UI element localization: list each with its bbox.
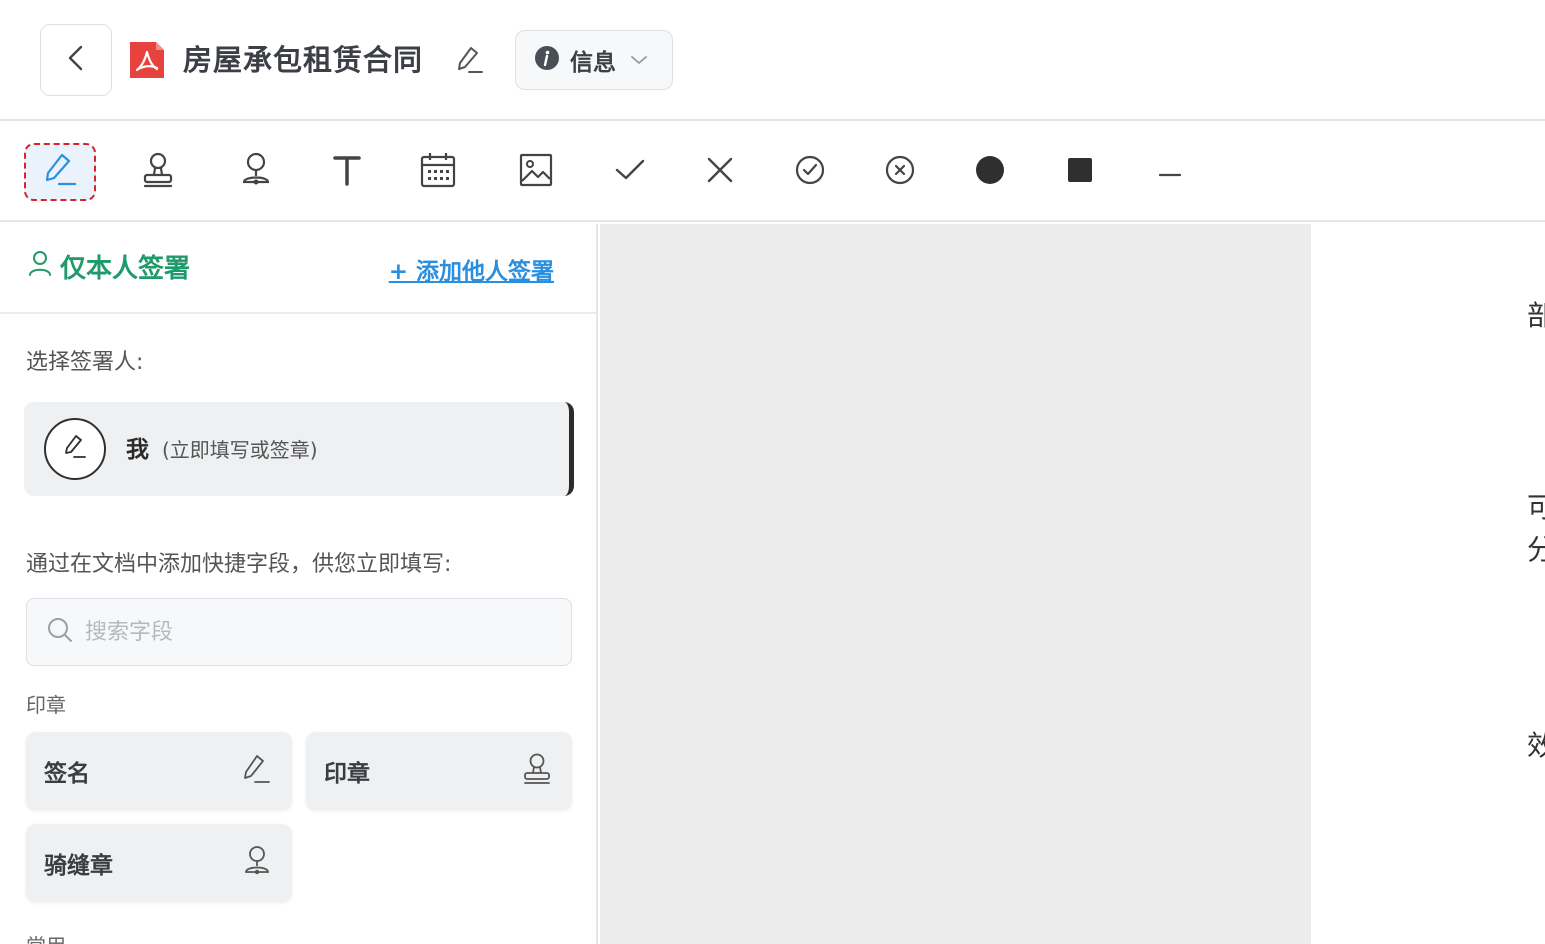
group-label-common: 常用 bbox=[26, 930, 66, 944]
app-header: 房屋承包租赁合同 信息 bbox=[0, 0, 1545, 121]
tool-cross-seal[interactable] bbox=[220, 143, 292, 201]
field-cross-seal-label: 骑缝章 bbox=[44, 853, 113, 879]
add-other-signer-link[interactable]: + 添加他人签署 bbox=[389, 252, 554, 286]
tool-date[interactable] bbox=[402, 143, 474, 201]
cross-seal-icon bbox=[239, 151, 273, 193]
signer-avatar bbox=[44, 418, 106, 480]
pen-icon bbox=[42, 151, 78, 193]
pdf-file-icon bbox=[128, 40, 166, 84]
pen-icon bbox=[62, 433, 88, 465]
sign-mode-text: 仅本人签署 bbox=[60, 254, 191, 284]
filled-circle-icon bbox=[975, 155, 1005, 189]
signer-note: (立即填写或签章) bbox=[162, 438, 318, 462]
tool-text[interactable] bbox=[311, 143, 383, 201]
doc-text-fragment: 分 bbox=[1527, 533, 1545, 566]
search-icon bbox=[47, 617, 73, 647]
tool-check[interactable] bbox=[594, 143, 666, 201]
choose-signer-label: 选择签署人: bbox=[26, 350, 144, 375]
document-canvas[interactable]: 部 可 分 效 bbox=[600, 224, 1545, 944]
signer-option-me[interactable]: 我 (立即填写或签章) bbox=[24, 402, 574, 496]
signing-panel: 仅本人签署 + 添加他人签署 选择签署人: 我 (立即填写或签章) 通过在文档中… bbox=[0, 224, 598, 944]
check-icon bbox=[614, 157, 646, 187]
pen-icon bbox=[240, 752, 272, 790]
filled-square-icon bbox=[1066, 156, 1094, 188]
chevron-left-icon bbox=[66, 44, 86, 76]
sign-mode-label: 仅本人签署 bbox=[28, 248, 190, 285]
signer-name: 我 bbox=[126, 437, 149, 463]
document-title: 房屋承包租赁合同 bbox=[183, 43, 424, 77]
stamp-icon bbox=[141, 151, 175, 193]
circle-cross-icon bbox=[884, 154, 916, 190]
tool-square[interactable] bbox=[1044, 143, 1116, 201]
info-icon bbox=[534, 45, 560, 75]
doc-text-fragment: 效 bbox=[1527, 729, 1545, 762]
back-button[interactable] bbox=[40, 24, 112, 96]
document-page[interactable]: 部 可 分 效 bbox=[1311, 224, 1545, 944]
line-icon bbox=[1158, 163, 1182, 182]
doc-text-fragment: 可 bbox=[1527, 491, 1545, 524]
cross-icon bbox=[706, 156, 734, 188]
tool-cross[interactable] bbox=[684, 143, 756, 201]
tool-seal[interactable] bbox=[122, 143, 194, 201]
tool-image[interactable] bbox=[500, 143, 572, 201]
tool-circle-cross[interactable] bbox=[864, 143, 936, 201]
field-search bbox=[26, 598, 572, 666]
tool-line[interactable] bbox=[1134, 143, 1206, 201]
tool-signature[interactable] bbox=[24, 143, 96, 201]
field-signature-label: 签名 bbox=[44, 761, 90, 787]
info-dropdown-button[interactable]: 信息 bbox=[515, 30, 673, 90]
field-cross-seal[interactable]: 骑缝章 bbox=[26, 824, 292, 902]
user-icon bbox=[28, 250, 52, 283]
info-label: 信息 bbox=[570, 50, 616, 76]
chevron-down-icon bbox=[630, 51, 648, 70]
tool-circle-check[interactable] bbox=[774, 143, 846, 201]
cross-seal-icon bbox=[242, 844, 272, 882]
field-seal-label: 印章 bbox=[324, 761, 370, 787]
image-icon bbox=[519, 153, 553, 191]
rename-pen-icon[interactable] bbox=[455, 44, 485, 80]
circle-check-icon bbox=[794, 154, 826, 190]
field-toolbar bbox=[0, 123, 1545, 222]
panel-header: 仅本人签署 + 添加他人签署 bbox=[0, 224, 596, 314]
calendar-icon bbox=[420, 152, 456, 192]
field-seal[interactable]: 印章 bbox=[306, 732, 572, 810]
quick-fields-label: 通过在文档中添加快捷字段，供您立即填写: bbox=[26, 552, 452, 577]
doc-text-fragment: 部 bbox=[1527, 299, 1545, 332]
tool-dot[interactable] bbox=[954, 143, 1026, 201]
field-signature[interactable]: 签名 bbox=[26, 732, 292, 810]
text-icon bbox=[332, 153, 362, 191]
group-label-seal: 印章 bbox=[26, 693, 66, 717]
field-search-input[interactable] bbox=[85, 619, 525, 645]
stamp-icon bbox=[522, 752, 552, 790]
